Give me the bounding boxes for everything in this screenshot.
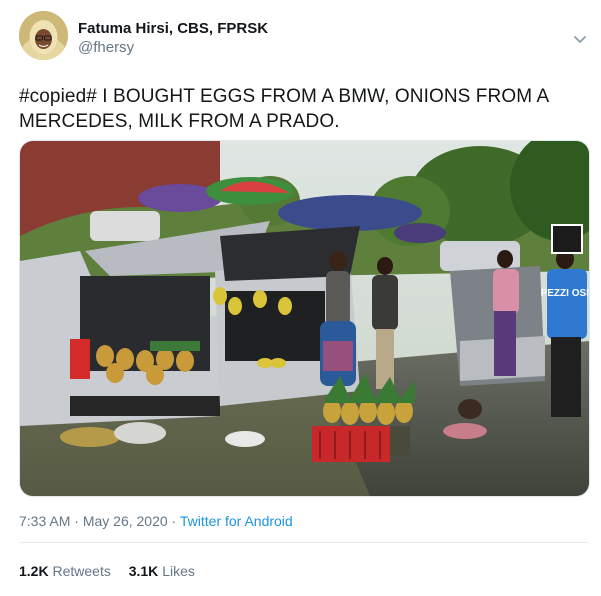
- display-name[interactable]: Fatuma Hirsi, CBS, FPRSK: [78, 20, 268, 37]
- likes-label: Likes: [162, 563, 195, 579]
- tweet-time[interactable]: 7:33 AM: [19, 513, 70, 529]
- roadside-market-photo: PEZZI OSN: [20, 141, 589, 496]
- chevron-down-icon[interactable]: [571, 30, 589, 48]
- tweet-stats: 1.2K Retweets 3.1K Likes: [19, 563, 209, 579]
- tweet-meta: 7:33 AM · May 26, 2020 · Twitter for And…: [19, 513, 293, 529]
- user-handle[interactable]: @fhersy: [78, 39, 134, 56]
- tweet-photo[interactable]: PEZZI OSN: [19, 140, 590, 497]
- meta-separator: ·: [70, 513, 83, 529]
- likes-count: 3.1K: [128, 563, 159, 579]
- source-link[interactable]: Twitter for Android: [180, 513, 293, 529]
- divider: [19, 542, 588, 543]
- likes-stat[interactable]: 3.1K Likes: [129, 563, 195, 579]
- retweets-stat[interactable]: 1.2K Retweets: [19, 563, 111, 579]
- tweet-text: #copied# I BOUGHT EGGS FROM A BMW, ONION…: [19, 86, 549, 132]
- retweets-count: 1.2K: [19, 563, 49, 579]
- tweet-card: Fatuma Hirsi, CBS, FPRSK @fhersy #copied…: [0, 0, 601, 596]
- sign-text: PEZZI OSN: [541, 288, 589, 299]
- retweets-label: Retweets: [52, 563, 111, 579]
- tweet-date[interactable]: May 26, 2020: [83, 513, 168, 529]
- avatar[interactable]: [19, 11, 68, 60]
- avatar-image: [19, 11, 68, 60]
- meta-separator: ·: [167, 513, 180, 529]
